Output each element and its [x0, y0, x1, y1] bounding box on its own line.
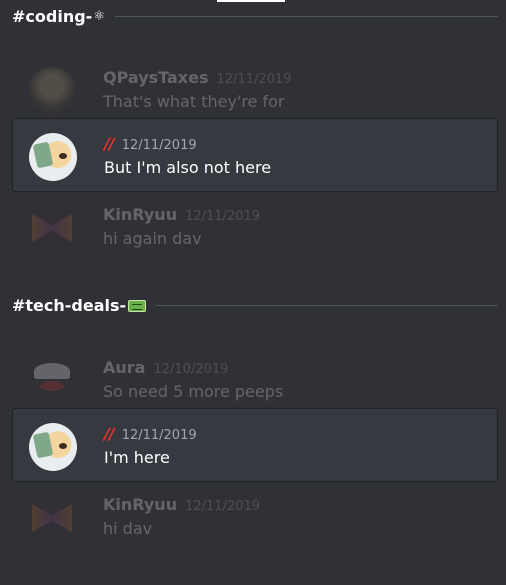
- message-author[interactable]: Aura: [103, 358, 145, 377]
- message-text: So need 5 more peeps: [103, 382, 284, 401]
- message-item[interactable]: Aura 12/10/2019 So need 5 more peeps: [12, 343, 498, 417]
- channel-header-coding[interactable]: #coding- ⚛: [12, 5, 498, 27]
- message-item[interactable]: KinRyuu 12/11/2019 hi dav: [12, 480, 498, 554]
- message-author[interactable]: //: [104, 134, 115, 153]
- top-indicator: [217, 0, 285, 2]
- avatar[interactable]: [28, 357, 76, 405]
- message-text: But I'm also not here: [104, 158, 272, 177]
- message-item[interactable]: KinRyuu 12/11/2019 hi again dav: [12, 190, 498, 264]
- message-text: hi again dav: [103, 229, 202, 248]
- avatar[interactable]: [28, 204, 76, 252]
- channel-header-tech-deals[interactable]: #tech-deals-: [12, 294, 498, 316]
- avatar[interactable]: [29, 423, 77, 471]
- channel-name[interactable]: #coding-: [12, 7, 92, 26]
- message-author[interactable]: KinRyuu: [103, 205, 177, 224]
- message-timestamp: 12/11/2019: [216, 72, 292, 87]
- avatar[interactable]: [28, 494, 76, 542]
- message-timestamp: 12/11/2019: [121, 138, 197, 153]
- message-item-highlighted[interactable]: // 12/11/2019 I'm here: [12, 408, 498, 482]
- message-timestamp: 12/11/2019: [185, 209, 261, 224]
- message-timestamp: 12/11/2019: [185, 499, 261, 514]
- avatar[interactable]: [28, 67, 76, 115]
- message-author[interactable]: //: [104, 424, 115, 443]
- message-text: I'm here: [104, 448, 170, 467]
- money-emoji-icon: [128, 300, 147, 312]
- message-timestamp: 12/10/2019: [153, 362, 229, 377]
- avatar[interactable]: [29, 133, 77, 181]
- message-author[interactable]: QPaysTaxes: [103, 68, 209, 87]
- message-timestamp: 12/11/2019: [121, 428, 197, 443]
- message-text: hi dav: [103, 519, 153, 538]
- channel-name[interactable]: #tech-deals-: [12, 296, 126, 315]
- section-divider: [156, 304, 498, 306]
- message-text: That's what they're for: [103, 92, 285, 111]
- message-item-highlighted[interactable]: // 12/11/2019 But I'm also not here: [12, 118, 498, 192]
- message-author[interactable]: KinRyuu: [103, 495, 177, 514]
- message-item[interactable]: QPaysTaxes 12/11/2019 That's what they'r…: [12, 53, 498, 127]
- section-divider: [114, 15, 498, 17]
- atom-emoji-icon: ⚛: [93, 8, 105, 24]
